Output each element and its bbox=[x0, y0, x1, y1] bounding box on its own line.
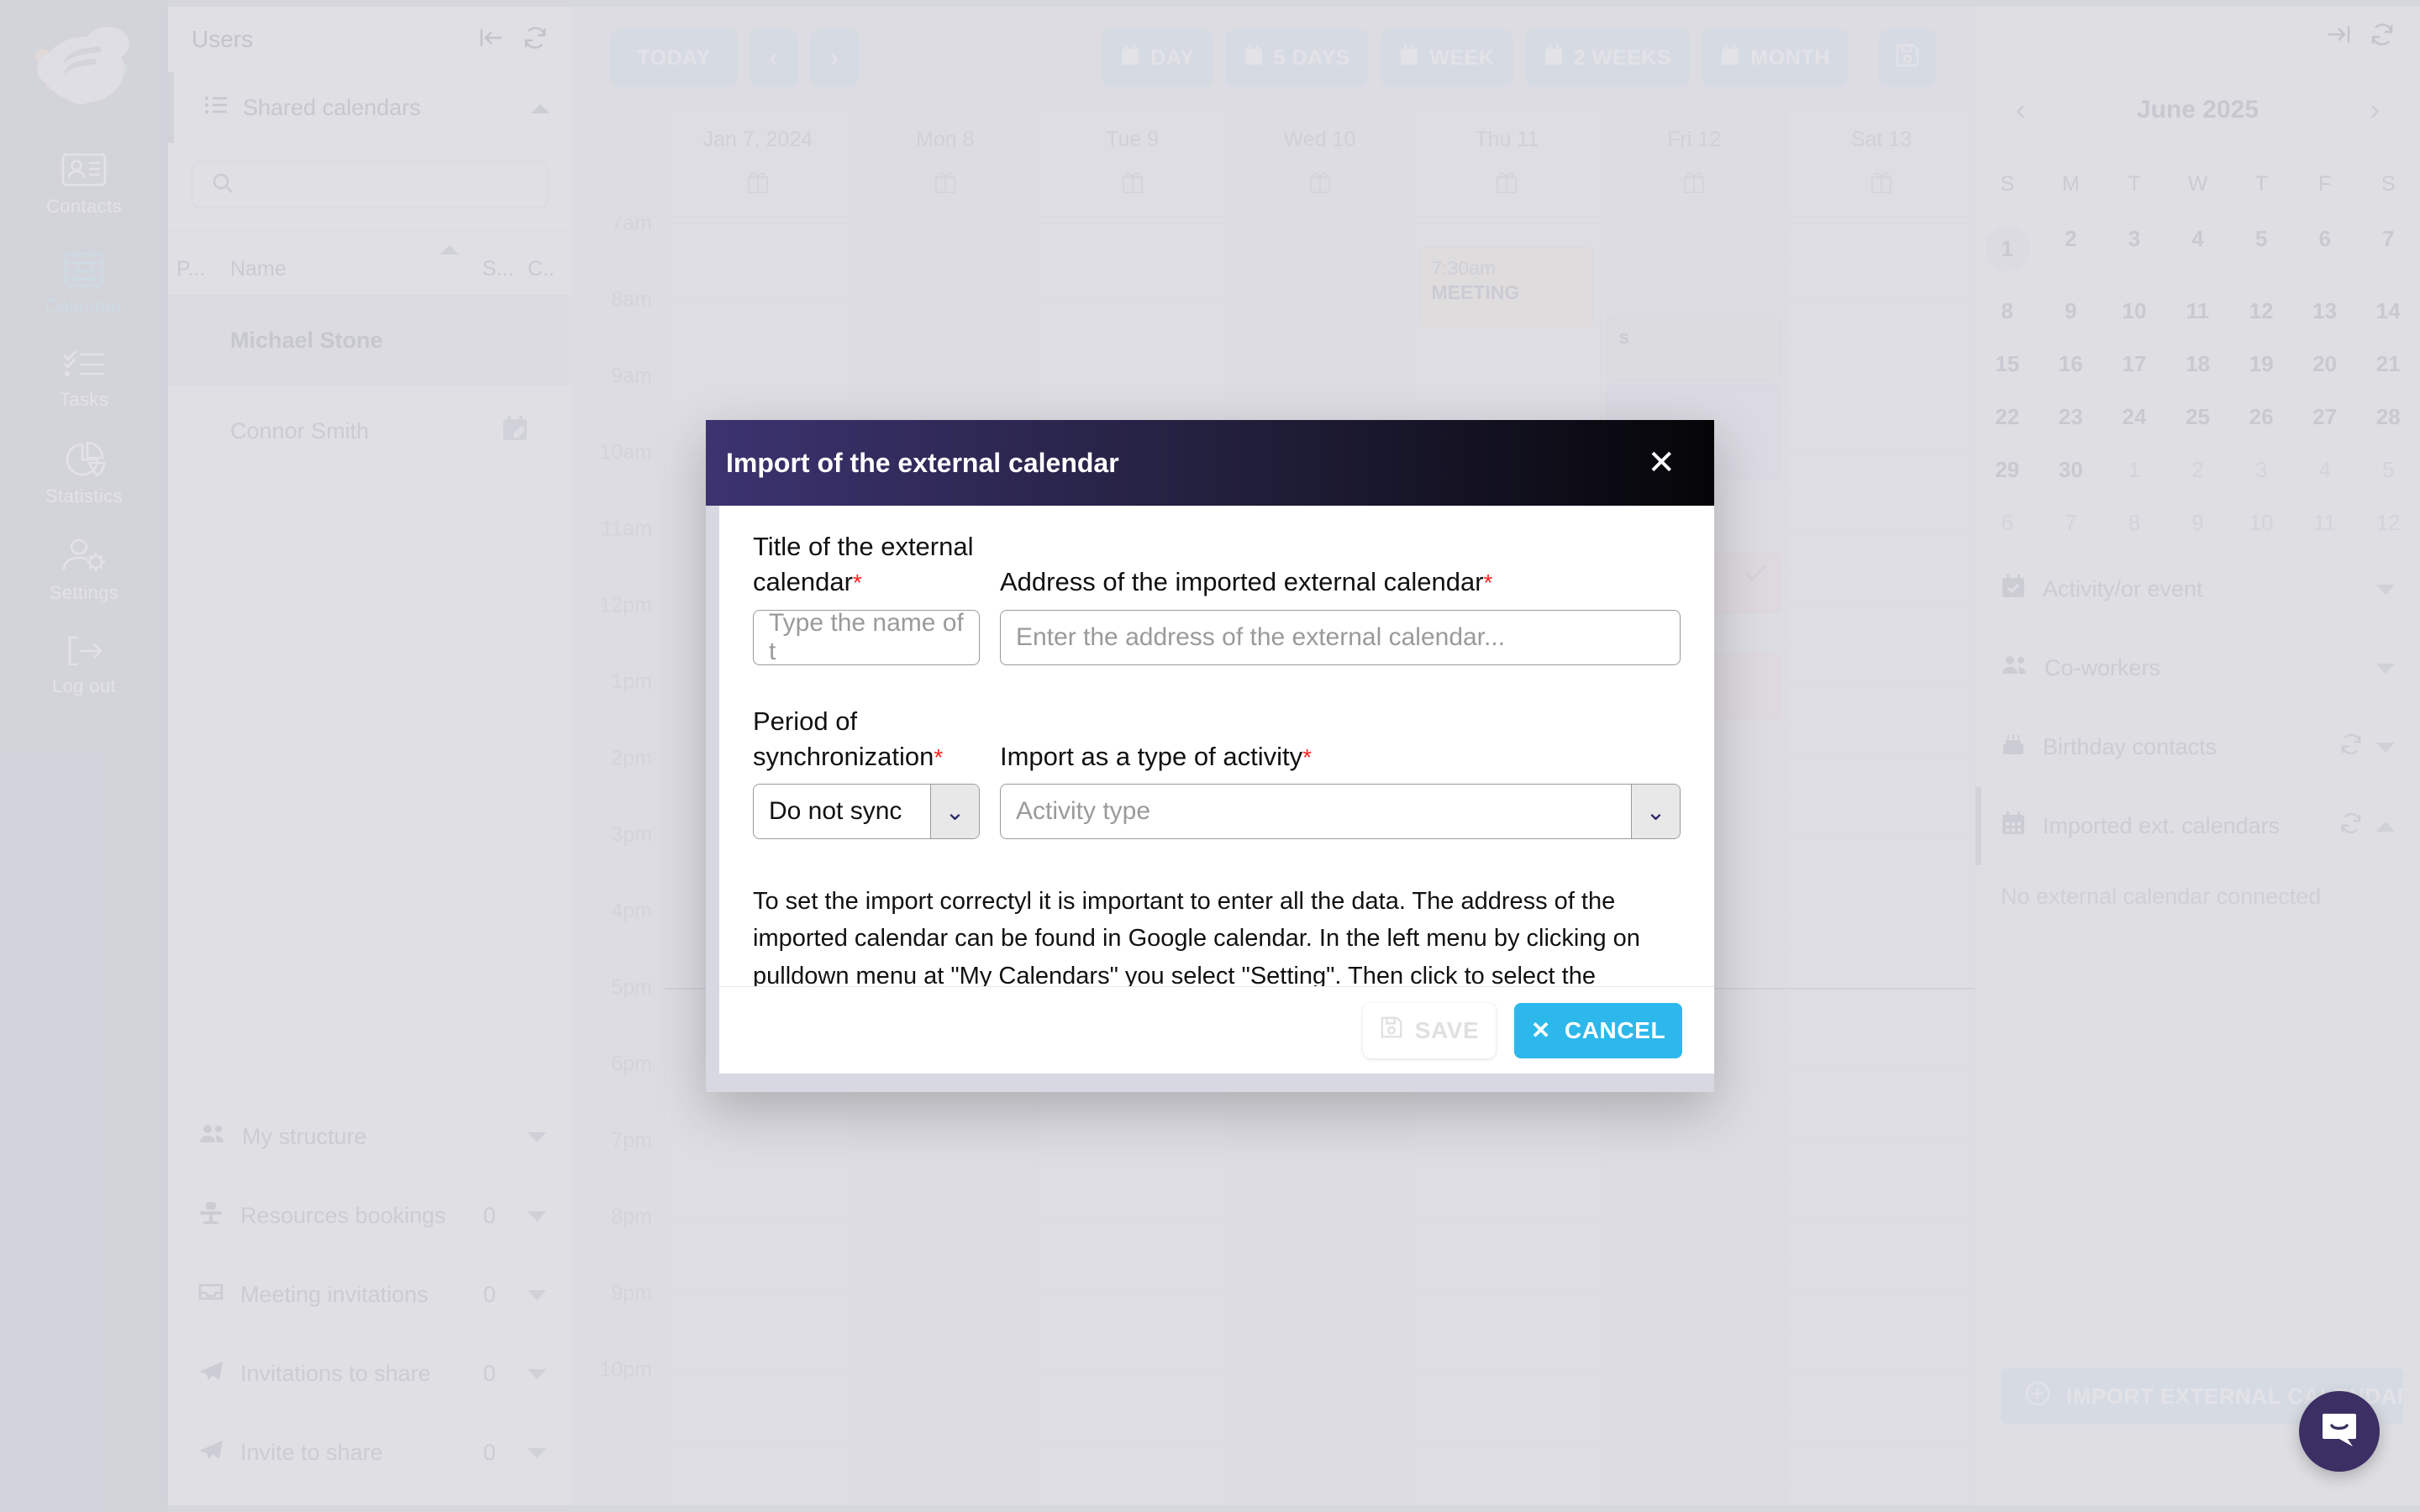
chat-bubble-button[interactable] bbox=[2299, 1391, 2380, 1472]
chat-bubble-icon bbox=[2319, 1410, 2360, 1453]
app-root: Contacts Calendar Tasks Statistics Setti… bbox=[0, 0, 2420, 1512]
modal-scrim bbox=[0, 0, 2420, 1512]
